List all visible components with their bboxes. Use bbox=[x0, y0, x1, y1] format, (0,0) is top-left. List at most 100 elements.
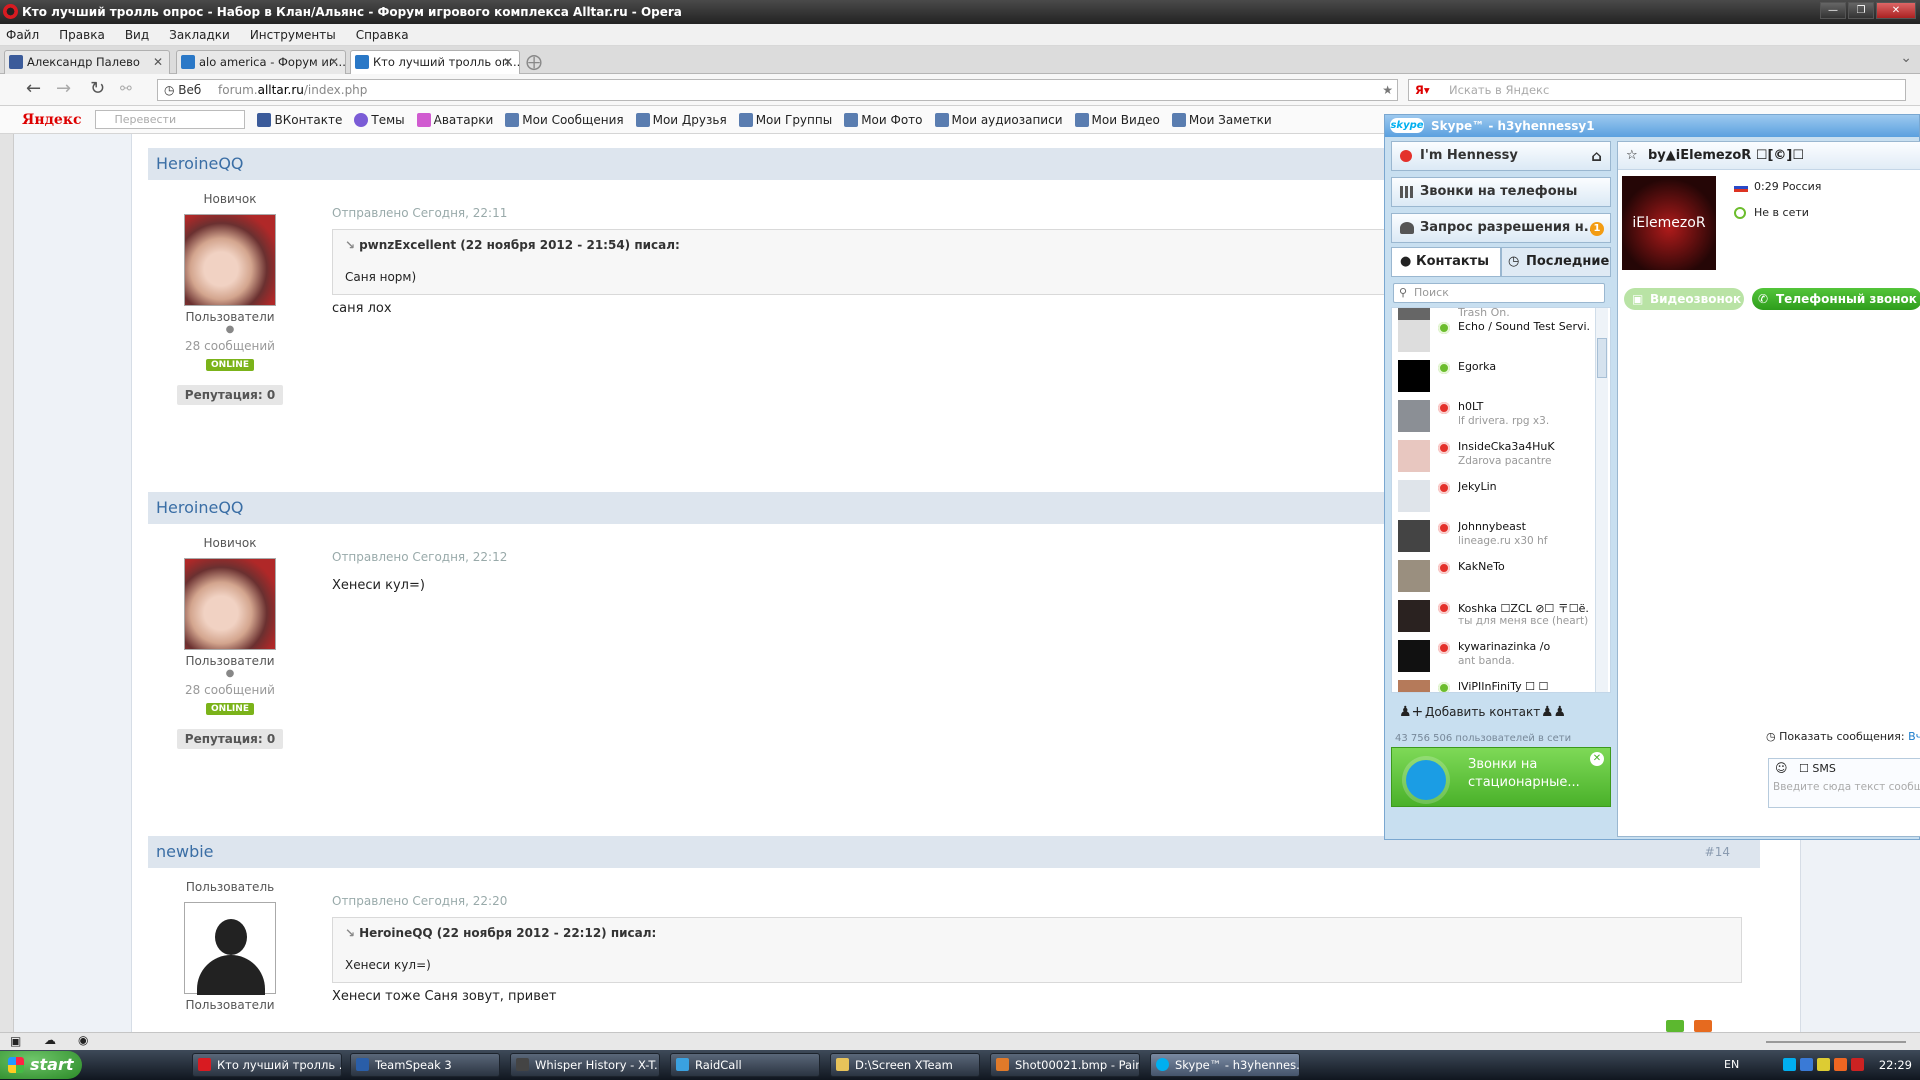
add-contact-button[interactable]: ♟+ Добавить контакт ♟♟ bbox=[1391, 697, 1611, 727]
clock[interactable]: 22:29 bbox=[1879, 1050, 1912, 1080]
contact-item[interactable]: Johnnybeast lineage.ru x30 hf bbox=[1392, 516, 1592, 556]
link-notes[interactable]: Мои Заметки bbox=[1171, 112, 1272, 127]
link-vkontakte[interactable]: ВКонтакте bbox=[257, 112, 342, 127]
close-promo-icon[interactable]: ✕ bbox=[1590, 752, 1604, 766]
taskbar-item-raidcall[interactable]: RaidCall bbox=[670, 1053, 820, 1077]
zoom-slider[interactable] bbox=[1766, 1041, 1906, 1043]
tab-recent[interactable]: ◷ Последние bbox=[1501, 247, 1611, 277]
close-tab-icon[interactable]: ✕ bbox=[153, 51, 163, 73]
menu-edit[interactable]: Правка bbox=[59, 28, 105, 42]
vote-down-icon[interactable] bbox=[1694, 1020, 1712, 1032]
film-icon bbox=[1074, 112, 1089, 127]
address-bar[interactable]: ◷ Веб forum.alltar.ru/index.php ★ bbox=[157, 79, 1398, 101]
bookmark-star-icon[interactable]: ★ bbox=[1382, 80, 1393, 100]
volume-icon[interactable] bbox=[1817, 1058, 1830, 1071]
contact-item[interactable]: InsideCka3a4HuK Zdarova pacantre bbox=[1392, 436, 1592, 476]
reload-icon[interactable]: ↻ bbox=[90, 80, 105, 98]
link-photos[interactable]: Мои Фото bbox=[844, 112, 923, 127]
taskbar-item-paint[interactable]: Shot00021.bmp - Paint bbox=[990, 1053, 1140, 1077]
skype-left-panel: I'm Hennessy ⌂ Звонки на телефоны Запрос… bbox=[1389, 141, 1613, 837]
taskbar-item-skype[interactable]: Skype™ - h3yhennes... bbox=[1150, 1053, 1300, 1077]
avatar[interactable] bbox=[184, 214, 276, 306]
video-call-button[interactable]: ▣ Видеозвонок bbox=[1624, 288, 1744, 310]
close-tab-icon[interactable]: ✕ bbox=[329, 51, 339, 73]
forward-arrow-icon[interactable]: → bbox=[56, 80, 71, 98]
post-author[interactable]: HeroineQQ bbox=[156, 498, 244, 517]
avatar[interactable] bbox=[184, 902, 276, 995]
cloud-icon[interactable]: ☁ bbox=[44, 1033, 56, 1047]
close-tab-icon[interactable]: ✕ bbox=[503, 51, 513, 73]
tab-menu-chevron-icon[interactable]: ⌄ bbox=[1900, 50, 1912, 66]
phone-call-button[interactable]: ✆ Телефонный звонок bbox=[1752, 288, 1920, 310]
antivirus-icon[interactable] bbox=[1834, 1058, 1847, 1071]
turbo-icon[interactable]: ◉ bbox=[78, 1033, 88, 1047]
window-title: Кто лучший тролль опрос - Набор в Клан/А… bbox=[22, 5, 682, 19]
avatar[interactable] bbox=[184, 558, 276, 650]
link-avatars[interactable]: Аватарки bbox=[416, 112, 493, 127]
minimize-button[interactable]: — bbox=[1820, 2, 1846, 19]
taskbar-item-teamspeak[interactable]: TeamSpeak 3 bbox=[350, 1053, 500, 1077]
language-indicator[interactable]: EN bbox=[1724, 1058, 1739, 1071]
post-number[interactable]: #14 bbox=[1705, 836, 1730, 868]
call-phones-button[interactable]: Звонки на телефоны bbox=[1391, 177, 1611, 207]
link-groups[interactable]: Мои Группы bbox=[738, 112, 832, 127]
my-status-button[interactable]: I'm Hennessy ⌂ bbox=[1391, 141, 1611, 171]
link-audio[interactable]: Мои аудиозаписи bbox=[934, 112, 1063, 127]
link-themes[interactable]: Темы bbox=[354, 112, 405, 127]
tab-active-thread[interactable]: Кто лучший тролль оп... ✕ bbox=[350, 50, 520, 74]
create-group-icon[interactable]: ♟♟ bbox=[1541, 697, 1566, 727]
tab-vk[interactable]: Александр Палево ✕ bbox=[4, 50, 170, 74]
contact-item[interactable]: Koshka ☐ZCL ⊘☐ 〒☐ё... ты для меня все (he… bbox=[1392, 596, 1592, 636]
post-author[interactable]: HeroineQQ bbox=[156, 154, 244, 173]
skype-tray-icon[interactable] bbox=[1783, 1058, 1796, 1071]
contact-item[interactable]: Echo / Sound Test Servi... bbox=[1392, 316, 1592, 356]
menu-help[interactable]: Справка bbox=[356, 28, 409, 42]
message-composer[interactable]: ☺ ☐ SMS Введите сюда текст сообщения bbox=[1768, 758, 1920, 808]
contact-search-input[interactable]: ⚲ Поиск bbox=[1393, 283, 1605, 303]
contact-item[interactable]: kywarinazinka /o ant banda. bbox=[1392, 636, 1592, 676]
back-arrow-icon[interactable]: ← bbox=[26, 80, 41, 98]
contact-item[interactable]: JekyLin bbox=[1392, 476, 1592, 516]
start-button[interactable]: start bbox=[0, 1051, 82, 1079]
panel-toggle-gutter[interactable] bbox=[0, 134, 14, 1032]
menu-bookmarks[interactable]: Закладки bbox=[169, 28, 230, 42]
contact-item[interactable]: KakNeTo bbox=[1392, 556, 1592, 596]
close-button[interactable]: ✕ bbox=[1876, 2, 1916, 19]
scroll-thumb[interactable] bbox=[1597, 338, 1607, 378]
link-messages[interactable]: Мои Сообщения bbox=[505, 112, 624, 127]
contact-scrollbar[interactable] bbox=[1595, 308, 1608, 692]
yandex-logo[interactable]: Яндекс bbox=[22, 112, 81, 128]
url-path: /index.php bbox=[303, 83, 368, 97]
show-messages-filter: ◷ Показать сообщения: Вчера bbox=[1766, 730, 1920, 743]
yandex-search-field[interactable]: Я▾ Искать в Яндекс bbox=[1408, 79, 1906, 101]
tab-alo-america[interactable]: alo america - Форум иг... ✕ bbox=[176, 50, 346, 74]
key-icon[interactable]: ⚯ bbox=[120, 80, 132, 98]
new-tab-button[interactable]: ⨁ bbox=[526, 52, 542, 71]
link-video[interactable]: Мои Видео bbox=[1074, 112, 1160, 127]
landline-promo-banner[interactable]: Звонки на стационарные... ✕ bbox=[1391, 747, 1611, 807]
network-icon[interactable] bbox=[1800, 1058, 1813, 1071]
menu-tools[interactable]: Инструменты bbox=[250, 28, 336, 42]
favorite-star-icon[interactable]: ☆ bbox=[1626, 142, 1638, 170]
home-icon[interactable]: ⌂ bbox=[1591, 142, 1602, 170]
menu-file[interactable]: Файл bbox=[6, 28, 39, 42]
vote-up-icon[interactable] bbox=[1666, 1020, 1684, 1032]
contact-item[interactable]: h0LT lf drivera. rpg x3. bbox=[1392, 396, 1592, 436]
translate-field[interactable]: Перевести выделенное bbox=[95, 110, 246, 143]
sms-toggle[interactable]: ☐ SMS bbox=[1799, 762, 1836, 775]
post-author[interactable]: newbie bbox=[156, 842, 214, 861]
panel-icon[interactable]: ▣ bbox=[10, 1034, 21, 1048]
contact-item[interactable]: Egorka bbox=[1392, 356, 1592, 396]
auth-request-button[interactable]: Запрос разрешения н... 1 bbox=[1391, 213, 1611, 243]
smiley-icon[interactable]: ☺ bbox=[1775, 761, 1788, 775]
taskbar-item-folder[interactable]: D:\Screen XTeam bbox=[830, 1053, 980, 1077]
opera-tray-icon[interactable] bbox=[1851, 1058, 1864, 1071]
taskbar-item-whisper[interactable]: Whisper History - X-T... bbox=[510, 1053, 660, 1077]
contact-item[interactable]: lViPIInFiniTy ☐ ☐ bbox=[1392, 676, 1592, 692]
taskbar-item-opera[interactable]: Кто лучший тролль ... bbox=[192, 1053, 342, 1077]
tab-contacts[interactable]: ● Контакты bbox=[1391, 247, 1501, 277]
yesterday-link[interactable]: Вчера bbox=[1908, 730, 1920, 743]
restore-button[interactable]: ❐ bbox=[1848, 2, 1874, 19]
link-friends[interactable]: Мои Друзья bbox=[635, 112, 727, 127]
menu-view[interactable]: Вид bbox=[125, 28, 149, 42]
